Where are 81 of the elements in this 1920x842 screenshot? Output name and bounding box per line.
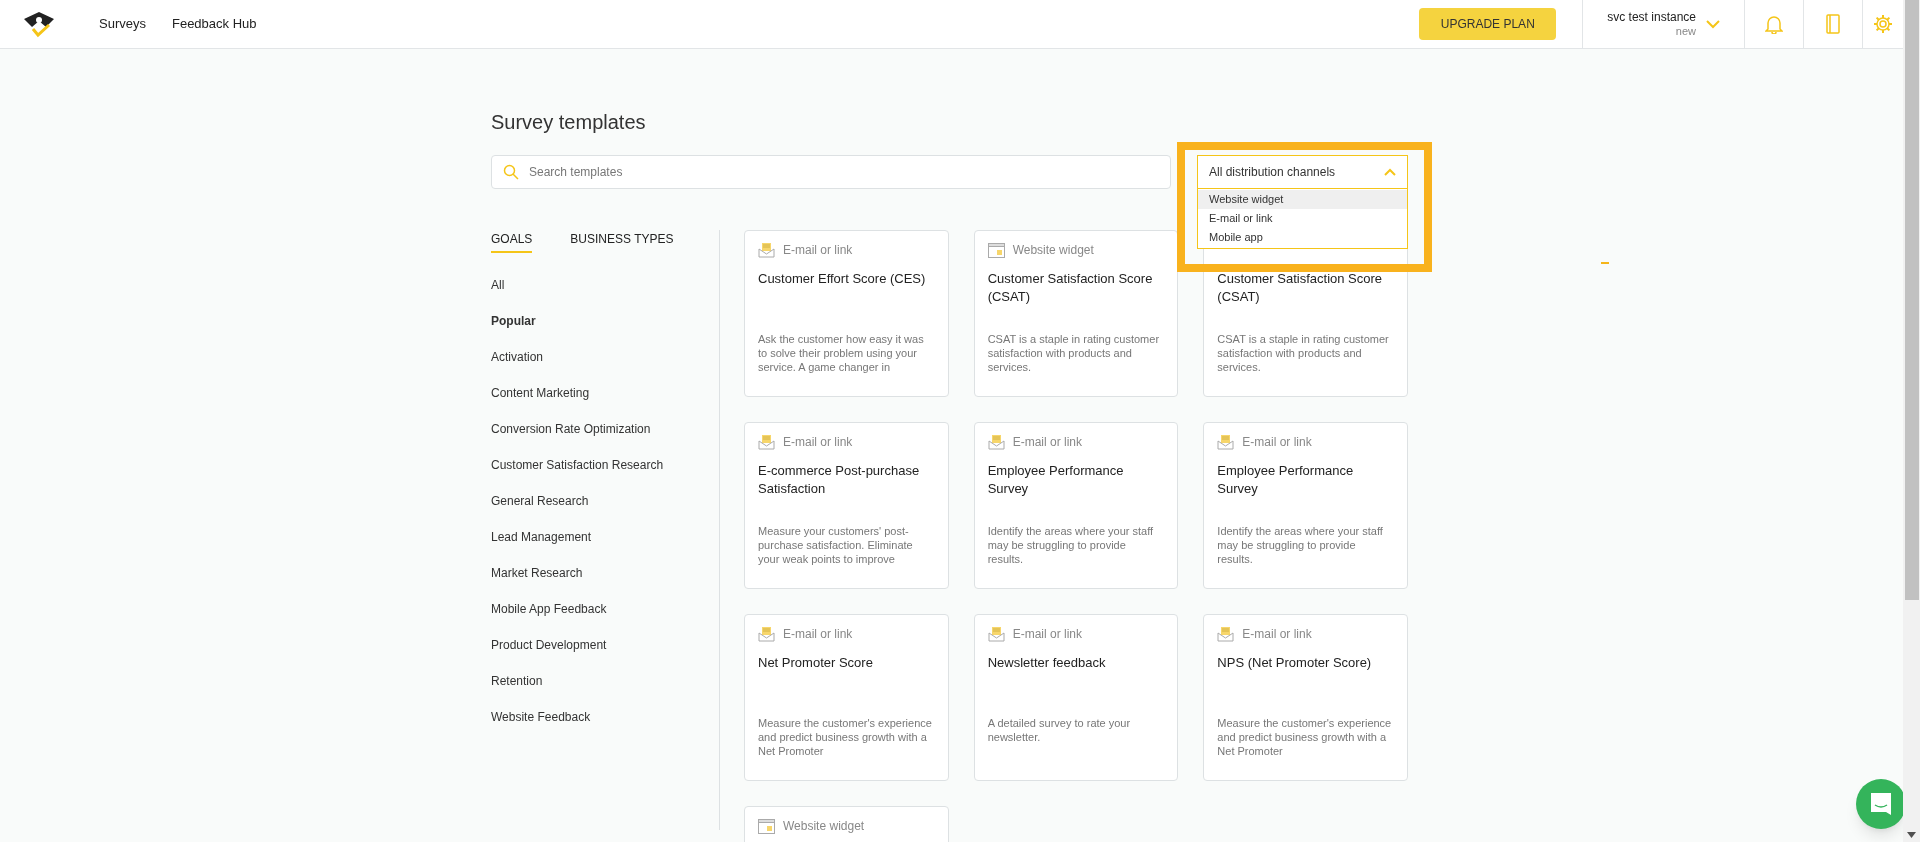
- channel-label: E-mail or link: [1242, 626, 1312, 643]
- category-link[interactable]: Popular: [491, 312, 536, 330]
- chevron-down-icon: [1706, 19, 1720, 29]
- template-description: Measure your customers' post-purchase satisfaction. Eliminate your weak points to improve: [758, 524, 914, 566]
- nav-link[interactable]: Surveys: [99, 14, 146, 34]
- browser-window-icon: [758, 818, 775, 834]
- template-title: Employee Performance Survey: [1217, 462, 1355, 498]
- template-title: Newsletter feedback: [987, 654, 1107, 672]
- envelope-icon: [758, 626, 775, 642]
- template-title: Customer Effort Score (CES): [758, 270, 927, 288]
- template-title: NPS (Net Promoter Score): [1217, 654, 1373, 672]
- envelope-icon: [758, 242, 775, 258]
- scroll-down-icon[interactable]: [1907, 832, 1916, 838]
- template-description: Ask the customer how easy it was to solve their problem using your service. A game changer in: [758, 332, 925, 374]
- template-card[interactable]: E-mail or link Newsletter feedback A detailed survey to rate your newsletter.: [973, 614, 1179, 781]
- category-link[interactable]: Product Development: [491, 636, 607, 654]
- upgrade-plan-button[interactable]: UPGRADE PLAN: [1419, 8, 1557, 40]
- category-link[interactable]: Conversion Rate Optimization: [491, 420, 651, 438]
- template-description: Measure the customer's experience and predict business growth with a Net Promoter: [758, 716, 933, 758]
- template-title: Customer Satisfaction Score (CSAT): [987, 270, 1154, 306]
- template-title: Net Promoter Score: [758, 654, 874, 672]
- search-field[interactable]: Search templates: [491, 155, 1171, 189]
- template-card[interactable]: E-mail or link Employee Performance Survey Identify the areas where your staff may be struggling to provide results.: [1203, 422, 1408, 589]
- settings-icon: [1873, 14, 1893, 34]
- channel-label: E-mail or link: [783, 242, 853, 259]
- channel-label: E-mail or link: [783, 626, 853, 643]
- category-tab[interactable]: BUSINESS TYPES: [570, 230, 674, 253]
- template-card[interactable]: Website widget Customer Satisfaction Score (CSAT) CSAT is a staple in rating customer satisfaction with products and services.: [973, 230, 1179, 397]
- template-description: CSAT is a staple in rating customer satisfaction with products and services.: [987, 332, 1161, 374]
- template-title: E-commerce Post-purchase Satisfaction: [758, 462, 921, 498]
- envelope-icon: [1217, 434, 1235, 450]
- template-description: A detailed survey to rate your newsletter.: [987, 716, 1132, 744]
- category-link[interactable]: Activation: [491, 348, 544, 366]
- category-link[interactable]: Retention: [491, 672, 543, 690]
- logo-icon[interactable]: [22, 9, 56, 39]
- category-link[interactable]: Lead Management: [491, 528, 592, 546]
- envelope-icon: [1217, 626, 1235, 642]
- chat-icon: [1868, 791, 1894, 817]
- template-card[interactable]: E-mail or link NPS (Net Promoter Score) Measure the customer's experience and predict business growth with a Net Promoter: [1203, 614, 1408, 781]
- channel-label: E-mail or link: [783, 434, 853, 451]
- category-link[interactable]: Mobile App Feedback: [491, 600, 607, 618]
- template-card[interactable]: E-mail or link Employee Performance Survey Identify the areas where your staff may be struggling to provide results.: [973, 422, 1179, 589]
- chevron-up-icon: [1384, 168, 1396, 176]
- category-link[interactable]: Content Marketing: [491, 384, 590, 402]
- book-icon: [1825, 14, 1841, 34]
- page-title: Survey templates: [491, 110, 647, 134]
- channel-label: Website widget: [1012, 242, 1094, 259]
- category-link[interactable]: Market Research: [491, 564, 583, 582]
- browser-window-icon: [987, 242, 1005, 258]
- channel-label: Website widget: [783, 818, 865, 835]
- dropdown-option[interactable]: Website widget: [1198, 190, 1407, 209]
- scrollbar[interactable]: [1903, 0, 1920, 842]
- template-title: Customer Satisfaction Score (CSAT): [1217, 270, 1384, 306]
- channel-label: E-mail or link: [1242, 434, 1312, 451]
- channel-dropdown[interactable]: All distribution channels: [1197, 155, 1408, 189]
- template-description: Measure the customer's experience and predict business growth with a Net Promoter: [1217, 716, 1393, 758]
- category-link[interactable]: Customer Satisfaction Research: [491, 456, 664, 474]
- template-title: Employee Performance Survey: [987, 462, 1125, 498]
- account-name: svc test instance: [1607, 10, 1696, 24]
- bell-icon: [1765, 14, 1783, 34]
- nav-link[interactable]: Feedback Hub: [171, 14, 257, 34]
- envelope-icon: [758, 434, 775, 450]
- search-icon: [503, 164, 519, 180]
- category-link[interactable]: General Research: [491, 492, 589, 510]
- template-card[interactable]: E-mail or link E-commerce Post-purchase Satisfaction Measure your customers' post-purchase satisfaction. Eliminate your weak points to improve: [744, 422, 949, 589]
- template-card[interactable]: Website widget: [744, 806, 949, 842]
- category-link[interactable]: Website Feedback: [491, 708, 591, 726]
- category-tab[interactable]: GOALS: [491, 230, 533, 253]
- envelope-icon: [987, 434, 1005, 450]
- envelope-icon: [987, 626, 1005, 642]
- template-description: CSAT is a staple in rating customer satisfaction with products and services.: [1217, 332, 1390, 374]
- account-status: new: [1675, 24, 1696, 38]
- category-link[interactable]: All: [491, 276, 505, 294]
- template-card[interactable]: E-mail or link Net Promoter Score Measure the customer's experience and predict business growth with a Net Promoter: [744, 614, 949, 781]
- template-description: Identify the areas where your staff may be struggling to provide results.: [1217, 524, 1384, 566]
- channel-label: E-mail or link: [1012, 434, 1082, 451]
- dash-mark: [1601, 262, 1609, 264]
- template-card[interactable]: E-mail or link Customer Effort Score (CES) Ask the customer how easy it was to solve their problem using your service. A game changer in: [744, 230, 949, 397]
- channel-label: E-mail or link: [1012, 626, 1082, 643]
- template-description: Identify the areas where your staff may be struggling to provide results.: [987, 524, 1155, 566]
- account-switcher[interactable]: svc test instance new: [1583, 0, 1744, 49]
